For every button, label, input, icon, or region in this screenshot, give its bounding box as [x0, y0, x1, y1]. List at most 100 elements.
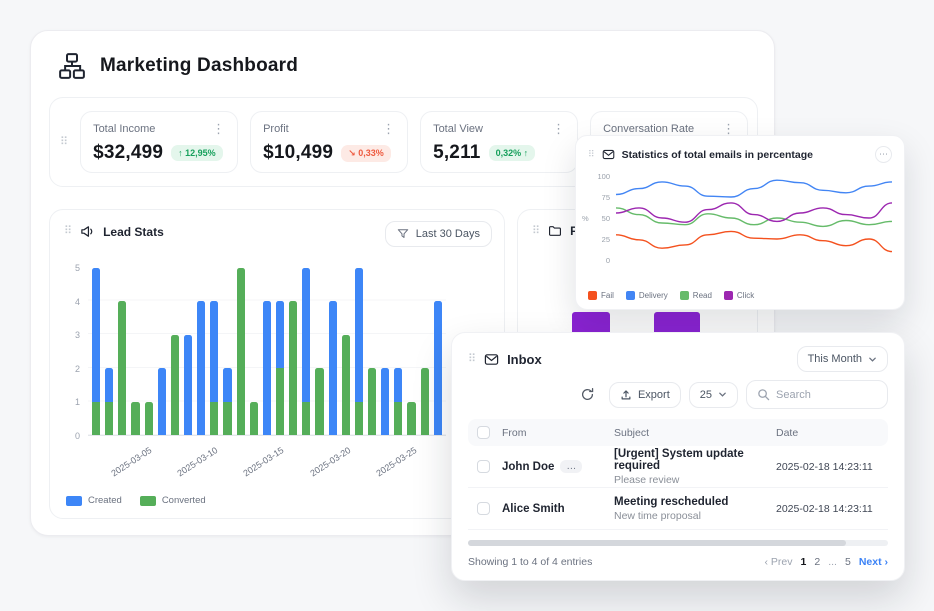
stat-label: Total View	[433, 123, 483, 135]
panel-title: Inbox	[507, 352, 542, 367]
email-stats-panel: ⠿ Statistics of total emails in percenta…	[575, 135, 905, 310]
page-button-2[interactable]: 2	[814, 556, 820, 568]
inbox-panel: ⠿ Inbox This Month	[451, 332, 905, 581]
y-tick: 0	[58, 431, 80, 441]
page-button-5[interactable]: 5	[845, 556, 851, 568]
drag-handle-icon[interactable]: ⠿	[64, 226, 72, 237]
lead-bar	[368, 268, 376, 435]
scrollbar-thumb[interactable]	[468, 540, 846, 546]
y-axis-unit: %	[582, 214, 589, 223]
megaphone-icon	[80, 224, 95, 239]
horizontal-scrollbar[interactable]	[468, 540, 888, 546]
lead-bar	[237, 268, 245, 435]
select-all-checkbox[interactable]	[477, 426, 490, 439]
legend-item-read: Read	[680, 291, 712, 300]
prev-page-button[interactable]: ‹ Prev	[765, 556, 793, 568]
export-button[interactable]: Export	[609, 382, 681, 408]
y-tick: 0	[590, 256, 610, 265]
lead-bar	[197, 268, 205, 435]
table-row[interactable]: Alice Smith Meeting rescheduled New time…	[468, 488, 888, 530]
stat-card-total-income: Total Income ⋮ $32,499 ↑ 12,95%	[80, 111, 238, 173]
inbox-table: From Subject Date John Doe … [Urgent] Sy…	[468, 419, 888, 530]
envelope-icon	[602, 148, 615, 161]
y-tick: 100	[590, 172, 610, 181]
lead-bar	[184, 268, 192, 435]
email-chart: % 100 75 50 25 0	[584, 172, 892, 268]
table-row[interactable]: John Doe … [Urgent] System update requir…	[468, 446, 888, 488]
refresh-button[interactable]	[575, 382, 601, 408]
period-label: This Month	[808, 353, 862, 365]
lead-bar	[421, 268, 429, 435]
lead-bar	[407, 268, 415, 435]
legend-item-delivery: Delivery	[626, 291, 668, 300]
lead-bar	[263, 268, 271, 435]
drag-handle-icon[interactable]: ⠿	[588, 150, 595, 159]
legend-label: Fail	[601, 291, 614, 300]
inbox-toolbar: Export 25	[452, 376, 904, 419]
kebab-menu-icon[interactable]: ⋮	[552, 122, 565, 135]
y-tick: 1	[58, 397, 80, 407]
more-options-button[interactable]: ⋯	[875, 146, 892, 163]
y-tick: 50	[590, 214, 610, 223]
lead-bar	[329, 268, 337, 435]
y-tick: 5	[58, 263, 80, 273]
entries-summary: Showing 1 to 4 of 4 entries	[468, 556, 592, 568]
inbox-footer: Showing 1 to 4 of 4 entries ‹ Prev 1 2 .…	[452, 547, 904, 580]
folder-icon	[548, 224, 562, 238]
page-button-1[interactable]: 1	[801, 556, 807, 568]
filter-label: Last 30 Days	[416, 228, 480, 240]
stat-label: Total Income	[93, 123, 155, 135]
lead-bar	[394, 268, 402, 435]
legend-label: Delivery	[639, 291, 668, 300]
page-ellipsis[interactable]: ...	[828, 556, 837, 568]
stat-card-total-view: Total View ⋮ 5,211 0,32% ↑	[420, 111, 578, 173]
stat-value: $32,499	[93, 142, 163, 164]
legend-label: Converted	[162, 495, 206, 506]
y-tick: 4	[58, 297, 80, 307]
lead-bar	[131, 268, 139, 435]
y-tick: 3	[58, 330, 80, 340]
drag-handle-icon[interactable]: ⠿	[60, 137, 68, 148]
chevron-down-icon	[718, 390, 727, 399]
lead-bar	[145, 268, 153, 435]
kebab-menu-icon[interactable]: ⋮	[382, 122, 395, 135]
row-checkbox[interactable]	[477, 502, 490, 515]
panel-title: Statistics of total emails in percentage	[622, 149, 813, 161]
lead-legend: Created Converted	[66, 495, 206, 506]
x-tick: 2025-03-15	[242, 445, 286, 478]
legend-swatch	[588, 291, 597, 300]
drag-handle-icon[interactable]: ⠿	[468, 354, 476, 365]
period-select[interactable]: This Month	[797, 346, 888, 372]
lead-x-labels: 2025-03-052025-03-102025-03-152025-03-20…	[88, 438, 446, 480]
search-box[interactable]	[746, 380, 888, 409]
kebab-menu-icon[interactable]: ⋮	[722, 122, 735, 135]
refresh-icon	[580, 387, 595, 402]
export-label: Export	[638, 389, 670, 401]
export-arrow-icon	[620, 389, 632, 401]
search-icon	[757, 388, 770, 401]
last-30-days-filter-button[interactable]: Last 30 Days	[385, 221, 492, 247]
email-lines-svg	[616, 172, 892, 264]
stat-label: Profit	[263, 123, 289, 135]
x-tick: 2025-03-05	[109, 445, 153, 478]
row-checkbox[interactable]	[477, 460, 490, 473]
lead-bar	[342, 268, 350, 435]
table-header: From Subject Date	[468, 419, 888, 446]
email-legend: Fail Delivery Read Click	[588, 291, 754, 300]
drag-handle-icon[interactable]: ⠿	[532, 226, 540, 237]
lead-bar	[223, 268, 231, 435]
legend-swatch	[140, 496, 156, 506]
next-page-button[interactable]: Next ›	[859, 556, 888, 568]
lead-bar	[289, 268, 297, 435]
email-preview: Please review	[614, 474, 776, 486]
column-header-date: Date	[776, 427, 888, 439]
row-more-button[interactable]: …	[560, 460, 582, 473]
kebab-menu-icon[interactable]: ⋮	[212, 122, 225, 135]
lead-bar	[158, 268, 166, 435]
lead-stats-card: ⠿ Lead Stats Last 30 Days 5 4 3 2 1	[49, 209, 505, 519]
search-input[interactable]	[776, 389, 877, 401]
page-size-select[interactable]: 25	[689, 382, 738, 408]
filter-funnel-icon	[397, 228, 409, 240]
legend-label: Read	[693, 291, 712, 300]
y-tick: 2	[58, 364, 80, 374]
